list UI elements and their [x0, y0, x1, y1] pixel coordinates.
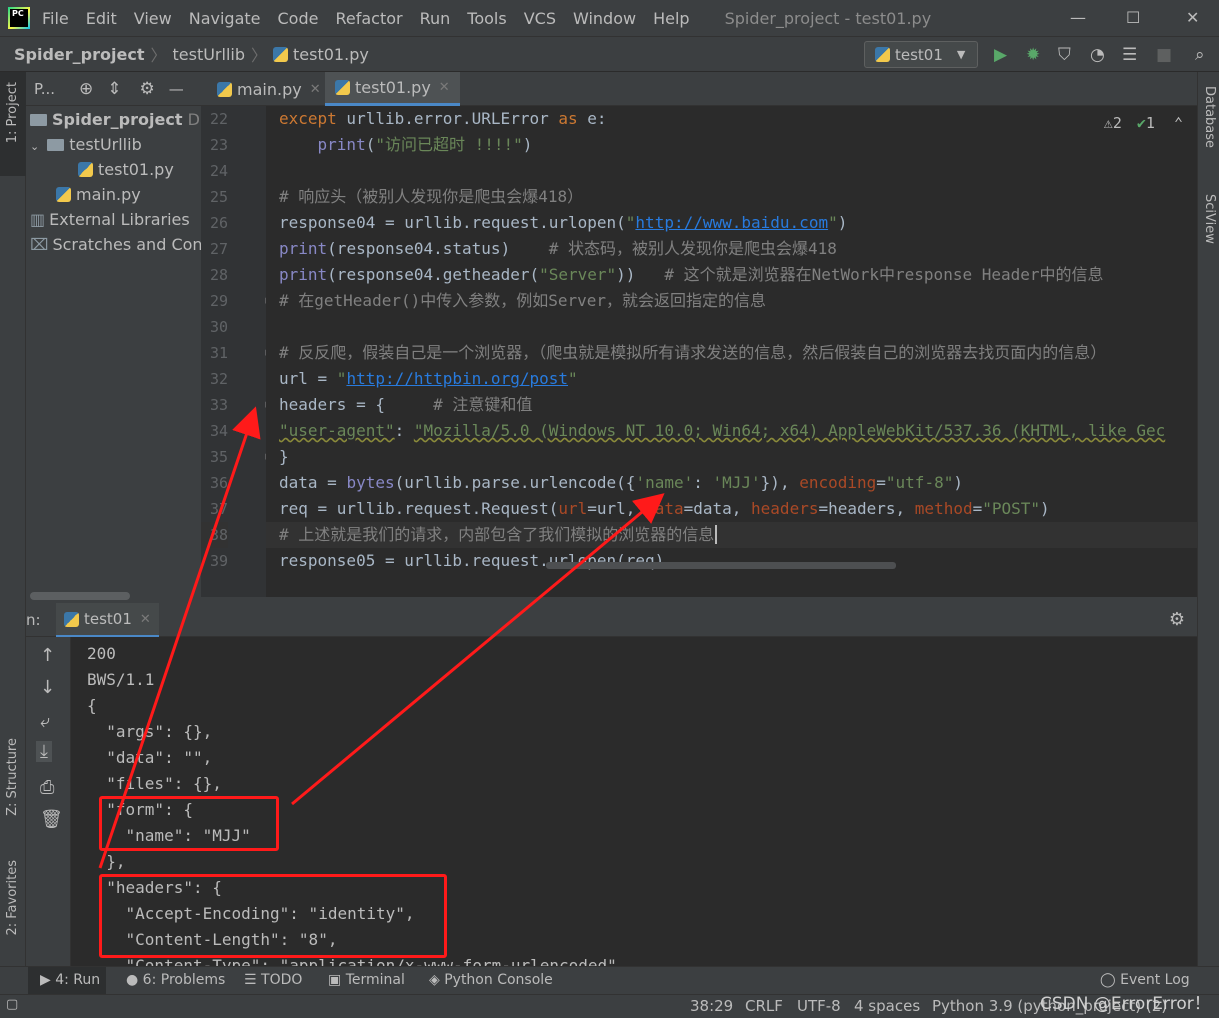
annotation-arrows: [98, 406, 665, 869]
arrow-headers-to-code: [98, 406, 261, 869]
arrow-form-to-data: [291, 493, 665, 806]
